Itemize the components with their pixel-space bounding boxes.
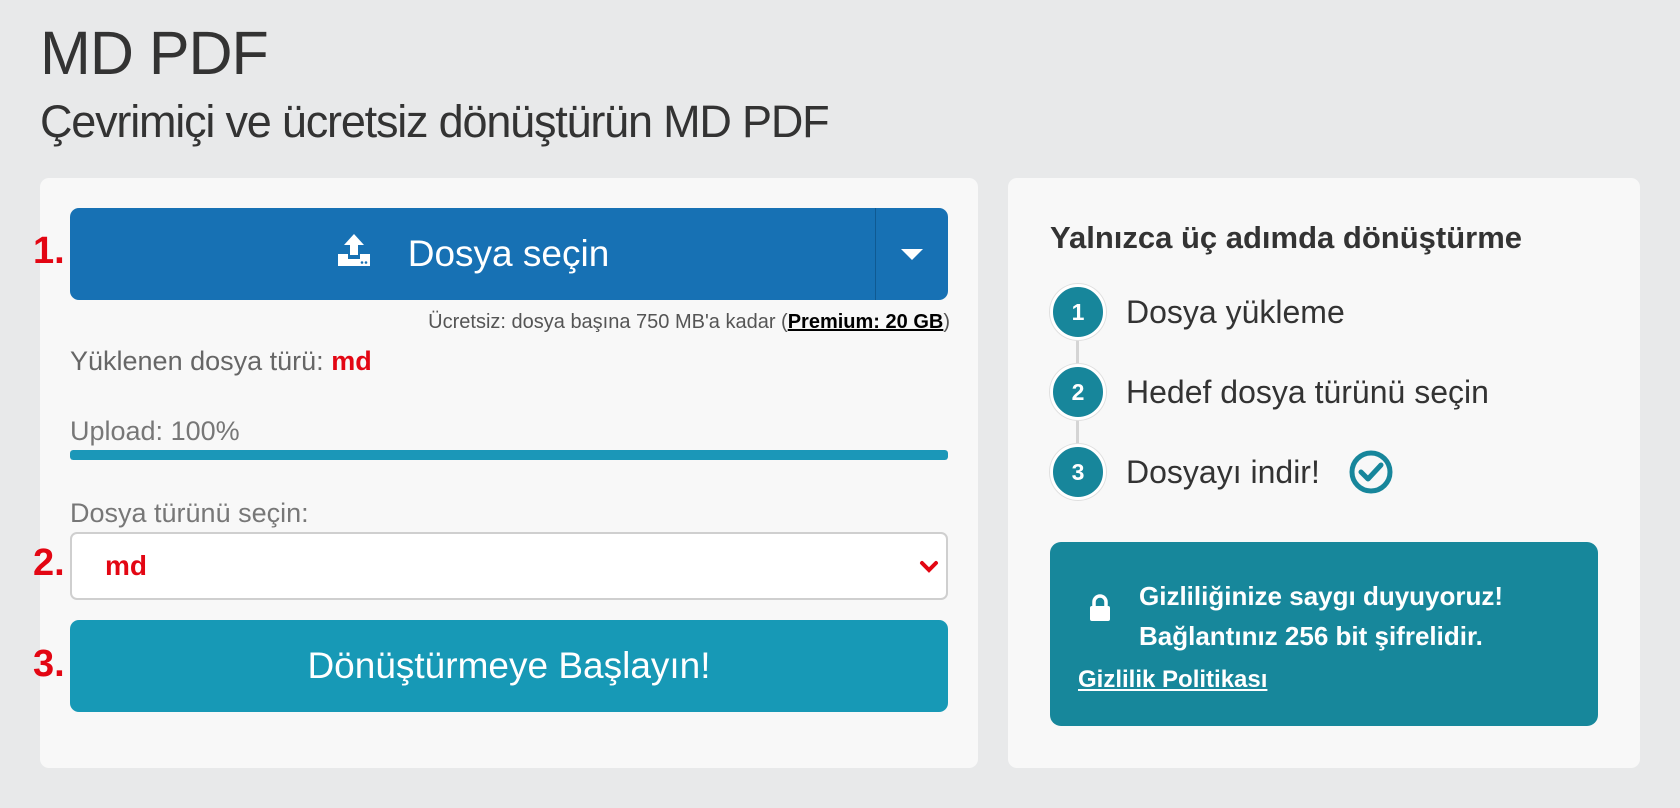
lock-icon — [1088, 594, 1112, 627]
step-number-2: 2. — [33, 542, 65, 584]
caret-down-icon — [901, 248, 923, 260]
step-circle: 1 — [1050, 284, 1106, 340]
file-upload-button[interactable]: Dosya seçin — [70, 208, 948, 300]
uploaded-type-value: md — [331, 346, 372, 376]
upload-limit-note: Ücretsiz: dosya başına 750 MB'a kadar (P… — [428, 311, 950, 334]
step-number-1: 1. — [33, 230, 65, 272]
page-title: MD PDF — [40, 19, 269, 87]
step-item: 3 Dosyayı indir! — [1050, 444, 1394, 500]
limit-note-text: Ücretsiz: dosya başına 750 MB'a kadar ( — [428, 311, 788, 333]
step-label: Hedef dosya türünü seçin — [1126, 373, 1489, 410]
privacy-line-1: Gizliliğinize saygı duyuyoruz! — [1139, 581, 1504, 611]
privacy-policy-link[interactable]: Gizlilik Politikası — [1078, 666, 1267, 694]
target-type-select[interactable]: md — [70, 532, 948, 600]
start-conversion-button[interactable]: Dönüştürmeye Başlayın! — [70, 620, 948, 712]
step-item: 2 Hedef dosya türünü seçin — [1050, 364, 1489, 420]
upload-progress-label: Upload: 100% — [70, 416, 240, 446]
choose-file-button[interactable]: Dosya seçin — [70, 208, 875, 300]
uploaded-file-type: Yüklenen dosya türü: md — [70, 346, 372, 377]
privacy-message: Gizliliğinize saygı duyuyoruz! Bağlantın… — [1139, 576, 1503, 656]
limit-note-suffix: ) — [943, 311, 950, 333]
step-number-3: 3. — [33, 643, 65, 685]
uploaded-type-label: Yüklenen dosya türü: — [70, 346, 324, 376]
steps-title: Yalnızca üç adımda dönüştürme — [1050, 220, 1523, 255]
step-label: Dosya yükleme — [1126, 293, 1345, 330]
upload-button-label: Dosya seçin — [407, 233, 610, 274]
step-item: 1 Dosya yükleme — [1050, 284, 1345, 340]
upload-progress-fill — [70, 450, 948, 460]
check-circle-icon — [1348, 449, 1394, 495]
step-label: Dosyayı indir! — [1126, 453, 1320, 490]
premium-link[interactable]: Premium: 20 GB — [788, 311, 944, 333]
upload-icon — [336, 232, 372, 277]
privacy-notice: Gizliliğinize saygı duyuyoruz! Bağlantın… — [1050, 542, 1598, 726]
step-circle: 2 — [1050, 364, 1106, 420]
privacy-line-2: Bağlantınız 256 bit şifrelidir. — [1139, 621, 1483, 651]
step-circle: 3 — [1050, 444, 1106, 500]
page-subtitle: Çevrimiçi ve ücretsiz dönüştürün MD PDF — [40, 96, 830, 147]
upload-progress-bar — [70, 450, 948, 460]
upload-source-dropdown[interactable] — [875, 208, 948, 300]
target-type-label: Dosya türünü seçin: — [70, 498, 309, 528]
chevron-down-icon — [918, 556, 940, 583]
target-type-value: md — [105, 550, 147, 581]
